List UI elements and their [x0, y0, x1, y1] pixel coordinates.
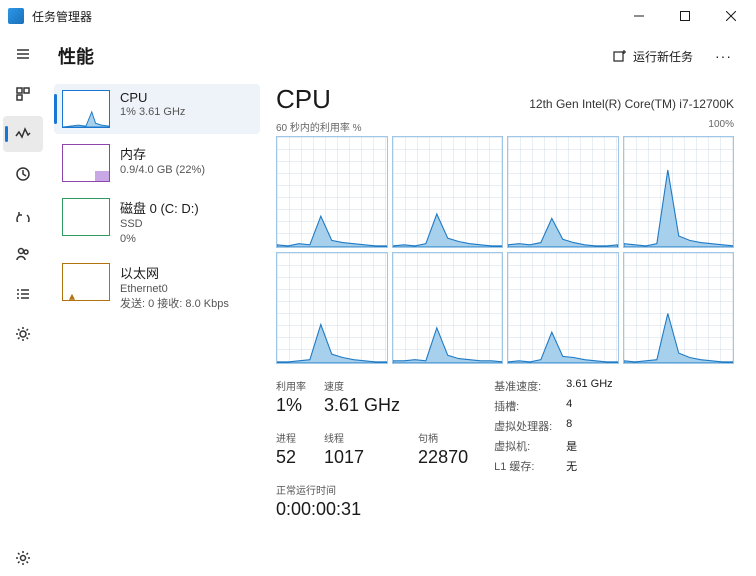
uptime-label: 正常运行时间 — [276, 482, 734, 497]
sidebar-item-ethernet[interactable]: 以太网Ethernet0 发送: 0 接收: 8.0 Kbps — [54, 257, 260, 318]
nav-details[interactable] — [3, 276, 43, 312]
base-speed-val: 3.61 GHz — [566, 378, 612, 394]
proc-value: 52 — [276, 447, 306, 468]
l1-val: 无 — [566, 458, 612, 474]
stats-left: 利用率 1% 速度 3.61 GHz 进程 52 线程 1017 句柄 22870 — [276, 378, 468, 474]
sidebar-item-disk[interactable]: 磁盘 0 (C: D:)SSD 0% — [54, 192, 260, 253]
handle-label: 句柄 — [418, 430, 468, 445]
memory-label: 内存 — [120, 144, 205, 163]
cpu-sub: 1% 3.61 GHz — [120, 105, 185, 120]
vm-val: 是 — [566, 438, 612, 454]
chart-label-left: 60 秒内的利用率 % — [276, 119, 362, 134]
chart-label-right: 100% — [708, 119, 734, 134]
nav-startup[interactable] — [3, 196, 43, 232]
uptime-value: 0:00:00:31 — [276, 499, 734, 520]
nav-performance[interactable] — [3, 116, 43, 152]
net-label: 以太网 — [120, 263, 229, 282]
vcpu-key: 虚拟处理器: — [494, 418, 552, 434]
core-chart-0 — [276, 136, 388, 248]
maximize-button[interactable] — [662, 0, 708, 32]
core-chart-6 — [507, 252, 619, 364]
page-title: 性能 — [58, 43, 605, 69]
vcpu-val: 8 — [566, 418, 612, 434]
page-header: 性能 运行新任务 ··· — [46, 32, 756, 80]
cpu-heading: CPU — [276, 84, 529, 115]
nav-users[interactable] — [3, 236, 43, 272]
speed-value: 3.61 GHz — [324, 395, 400, 416]
base-speed-key: 基准速度: — [494, 378, 552, 394]
util-value: 1% — [276, 395, 306, 416]
main-panel: CPU 12th Gen Intel(R) Core(TM) i7-12700K… — [264, 80, 756, 576]
nav-rail — [0, 32, 46, 576]
nav-processes[interactable] — [3, 76, 43, 112]
util-label: 利用率 — [276, 378, 306, 393]
run-task-icon — [613, 49, 627, 63]
vm-key: 虚拟机: — [494, 438, 552, 454]
uptime: 正常运行时间 0:00:00:31 — [276, 482, 734, 520]
sockets-key: 插槽: — [494, 398, 552, 414]
memory-sub: 0.9/4.0 GB (22%) — [120, 163, 205, 178]
window-controls — [616, 0, 754, 32]
hamburger-icon[interactable] — [3, 36, 43, 72]
resource-list: CPU1% 3.61 GHz 内存0.9/4.0 GB (22%) 磁盘 0 (… — [46, 80, 264, 576]
stats-right: 基准速度: 3.61 GHz 插槽: 4 虚拟处理器: 8 虚拟机: 是 L1 缓存: 无 — [494, 378, 613, 474]
sidebar-item-memory[interactable]: 内存0.9/4.0 GB (22%) — [54, 138, 260, 188]
nav-history[interactable] — [3, 156, 43, 192]
titlebar: 任务管理器 — [0, 0, 756, 32]
disk-sub: SSD 0% — [120, 217, 199, 247]
handle-value: 22870 — [418, 447, 468, 468]
net-sub: Ethernet0 发送: 0 接收: 8.0 Kbps — [120, 282, 229, 312]
cpu-mini-chart — [62, 90, 110, 128]
net-mini-chart — [62, 263, 110, 301]
app-icon — [8, 8, 24, 24]
core-chart-4 — [276, 252, 388, 364]
app-title: 任务管理器 — [32, 8, 616, 25]
close-button[interactable] — [708, 0, 754, 32]
thread-value: 1017 — [324, 447, 400, 468]
sockets-val: 4 — [566, 398, 612, 414]
cpu-model: 12th Gen Intel(R) Core(TM) i7-12700K — [529, 97, 734, 111]
sidebar-item-cpu[interactable]: CPU1% 3.61 GHz — [54, 84, 260, 134]
core-chart-7 — [623, 252, 735, 364]
core-chart-1 — [392, 136, 504, 248]
core-chart-2 — [507, 136, 619, 248]
l1-key: L1 缓存: — [494, 458, 552, 474]
thread-label: 线程 — [324, 430, 400, 445]
disk-mini-chart — [62, 198, 110, 236]
speed-label: 速度 — [324, 378, 400, 393]
run-task-label: 运行新任务 — [633, 48, 693, 65]
minimize-button[interactable] — [616, 0, 662, 32]
disk-label: 磁盘 0 (C: D:) — [120, 198, 199, 217]
core-chart-5 — [392, 252, 504, 364]
core-chart-grid[interactable] — [276, 136, 734, 364]
more-button[interactable]: ··· — [707, 44, 740, 68]
run-new-task-button[interactable]: 运行新任务 — [605, 44, 701, 69]
nav-services[interactable] — [3, 316, 43, 352]
memory-mini-chart — [62, 144, 110, 182]
cpu-label: CPU — [120, 90, 185, 105]
nav-settings[interactable] — [3, 540, 43, 576]
core-chart-3 — [623, 136, 735, 248]
proc-label: 进程 — [276, 430, 306, 445]
